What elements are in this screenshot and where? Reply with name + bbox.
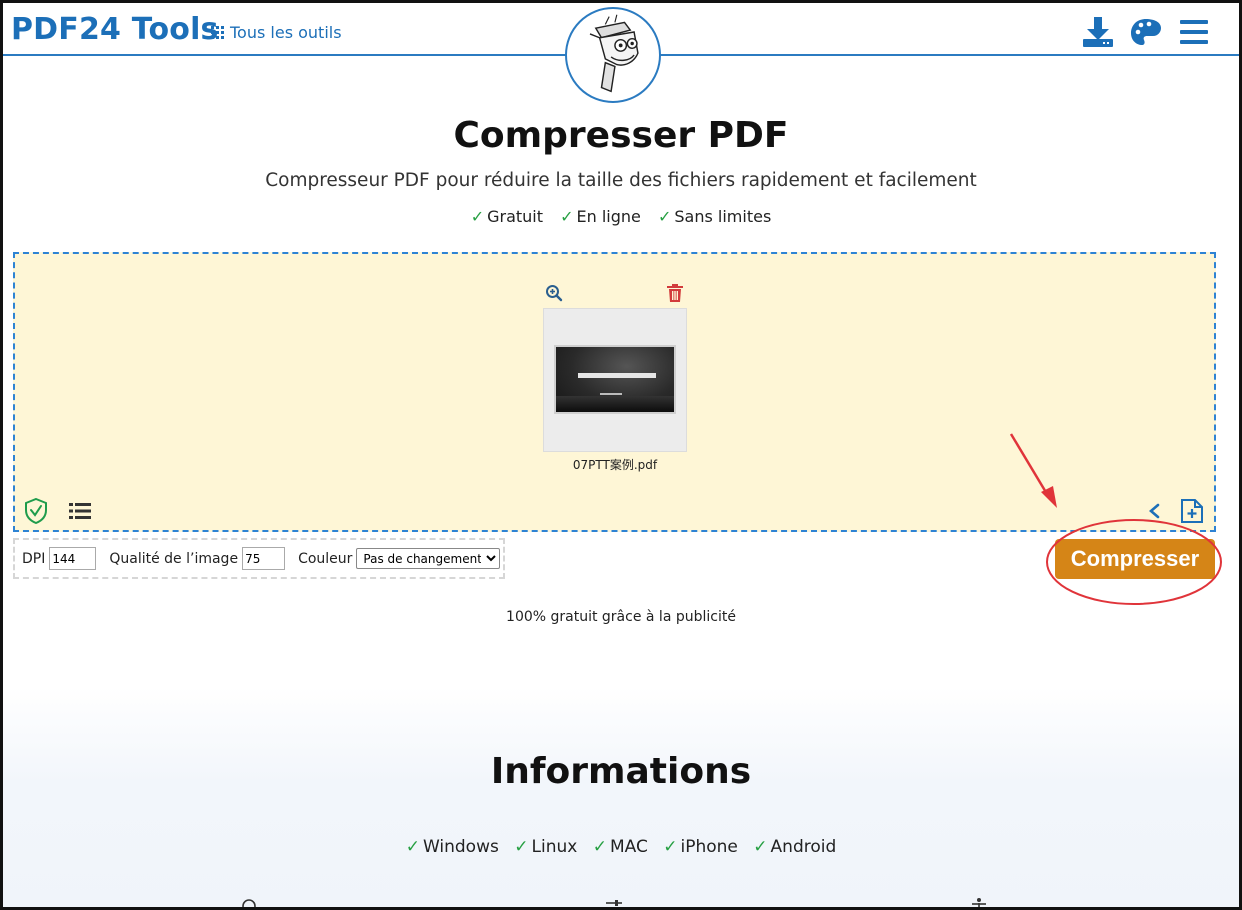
check-icon: ✓ <box>514 837 529 857</box>
check-icon: ✓ <box>405 837 420 857</box>
check-icon: ✓ <box>663 837 678 857</box>
check-icon: ✓ <box>560 207 574 226</box>
image-quality-label: Qualité de l’image <box>109 550 239 567</box>
platform-item: ✓ iPhone <box>663 837 738 857</box>
color-label: Couleur <box>298 550 353 567</box>
add-file-icon[interactable] <box>1180 498 1204 524</box>
platform-list: ✓ Windows ✓ Linux ✓ MAC ✓ iPhone ✓ Android <box>3 837 1239 857</box>
search-icon <box>242 899 256 907</box>
brand-logo-text[interactable]: PDF24 Tools <box>11 12 219 47</box>
file-drop-zone[interactable]: 07PTT案例.pdf <box>13 252 1216 532</box>
grid-icon <box>211 26 224 39</box>
feature-item: ✓ Gratuit <box>470 207 544 226</box>
menu-icon[interactable] <box>1177 15 1211 49</box>
file-preview-image <box>554 345 676 414</box>
shield-check-icon[interactable] <box>25 498 47 524</box>
platform-item: ✓ Linux <box>514 837 578 857</box>
info-section: Informations ✓ Windows ✓ Linux ✓ MAC ✓ iPhon… <box>3 687 1239 907</box>
image-quality-input[interactable] <box>242 547 286 570</box>
page-title: Compresser PDF <box>453 115 789 156</box>
file-thumbnail-card[interactable] <box>543 308 687 452</box>
all-tools-label: Tous les outils <box>230 23 342 42</box>
feature-item: ✓ Sans limites <box>657 207 772 226</box>
download-icon[interactable] <box>1081 15 1115 49</box>
check-icon: ✓ <box>753 837 768 857</box>
check-icon: ✓ <box>657 207 672 226</box>
sliders-icon <box>606 900 622 906</box>
list-icon[interactable] <box>69 502 91 520</box>
ad-note: 100% gratuit grâce à la publicité <box>506 609 736 625</box>
check-icon: ✓ <box>592 837 607 857</box>
palette-icon[interactable] <box>1129 15 1163 49</box>
trash-icon[interactable] <box>666 283 684 303</box>
info-title: Informations <box>490 751 752 792</box>
platform-item: ✓ Android <box>753 837 837 857</box>
zoom-in-icon[interactable] <box>545 284 563 302</box>
compression-options: DPI Qualité de l’image Couleur Pas de ch… <box>13 538 505 579</box>
feature-item: ✓ En ligne <box>560 207 641 226</box>
accessibility-icon <box>972 898 986 907</box>
color-select[interactable]: Pas de changement <box>356 548 501 569</box>
file-name-label: 07PTT案例.pdf <box>572 458 658 472</box>
check-icon: ✓ <box>470 207 485 226</box>
dpi-label: DPI <box>22 550 46 567</box>
all-tools-link[interactable]: Tous les outils <box>211 23 342 42</box>
app-window: PDF24 Tools Tous les outils Compresser P… <box>0 0 1242 910</box>
dpi-input[interactable] <box>49 547 97 570</box>
compress-button[interactable]: Compresser <box>1055 539 1215 579</box>
feature-list: ✓ Gratuit ✓ En ligne ✓ Sans limites <box>3 207 1239 226</box>
platform-item: ✓ Windows <box>405 837 499 857</box>
chevron-left-icon[interactable] <box>1148 502 1160 520</box>
page-subtitle: Compresseur PDF pour réduire la taille d… <box>265 170 977 191</box>
mascot-logo-icon[interactable] <box>565 7 661 103</box>
platform-item: ✓ MAC <box>592 837 648 857</box>
